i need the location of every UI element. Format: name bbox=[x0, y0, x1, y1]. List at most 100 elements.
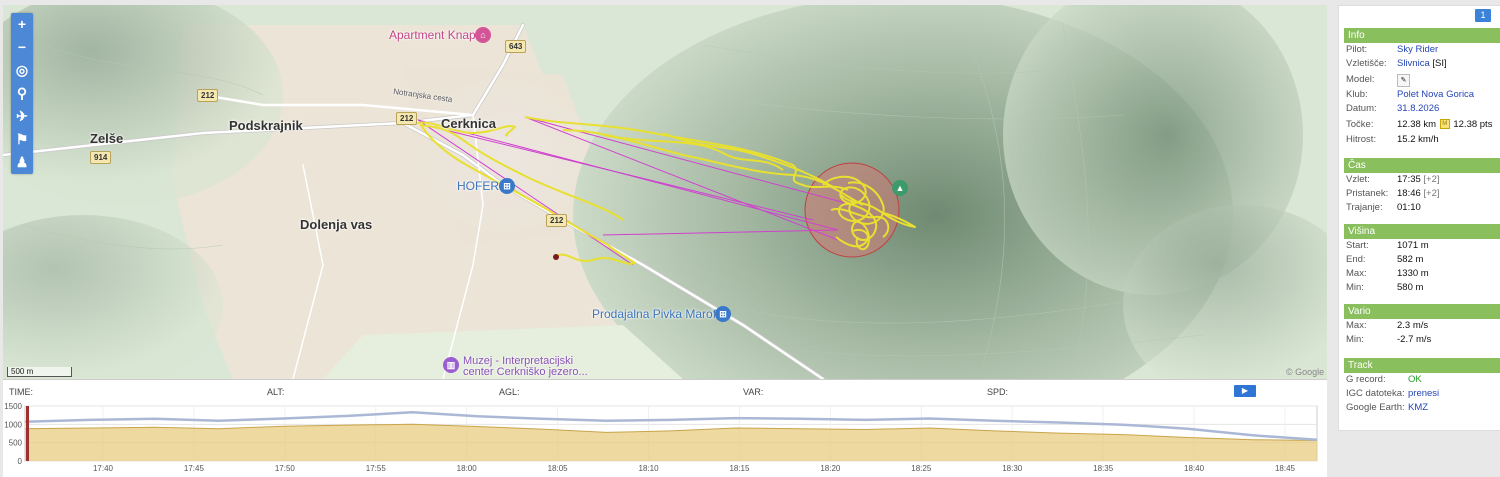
vario-min-row: Min: -2.7 m/s bbox=[1344, 333, 1500, 347]
landing-row: Pristanek: 18:46 [+2] bbox=[1344, 187, 1500, 201]
x-tick-label: 18:25 bbox=[911, 464, 932, 473]
museum-icon[interactable]: ▥ bbox=[443, 357, 459, 373]
flight-button[interactable]: ✈ bbox=[11, 105, 33, 128]
vario-section: Vario Max: 2.3 m/s Min: -2.7 m/s bbox=[1344, 304, 1500, 347]
locate-button[interactable]: ◎ bbox=[11, 59, 33, 82]
road-shield-212: 212 bbox=[546, 214, 568, 227]
landing-value: 18:46 bbox=[1397, 188, 1421, 199]
y-tick-label: 0 bbox=[18, 457, 23, 466]
shop-icon[interactable]: ⊞ bbox=[499, 178, 515, 194]
pilot-row: Pilot: Sky Rider bbox=[1344, 43, 1500, 57]
pilot-link[interactable]: Sky Rider bbox=[1397, 43, 1438, 57]
date-link[interactable]: 31.8.2026 bbox=[1397, 102, 1439, 116]
vario-max-row: Max: 2.3 m/s bbox=[1344, 319, 1500, 333]
date-key: Datum: bbox=[1346, 103, 1377, 114]
grecord-key: G record: bbox=[1346, 374, 1386, 385]
place-zelse: Zelše bbox=[90, 131, 124, 146]
kmz-download-link[interactable]: KMZ bbox=[1408, 401, 1428, 415]
hotel-icon[interactable]: ⌂ bbox=[475, 27, 491, 43]
points-row: Točke: 12.38 km M 12.38 pts bbox=[1344, 116, 1500, 133]
altitude-chart[interactable]: 1500 1000 500 0 17:40 17:45 17:50 17:55 18:00 18:… bbox=[3, 380, 1327, 477]
club-row: Klub: Polet Nova Gorica bbox=[1344, 88, 1500, 102]
takeoff-tz: [+2] bbox=[1423, 174, 1440, 185]
time-header: Čas bbox=[1344, 158, 1500, 173]
info-section: Info Pilot: Sky Rider Vzletišče: Slivnica … bbox=[1344, 28, 1500, 147]
alt-min-key: Min: bbox=[1346, 282, 1364, 293]
park-icon[interactable]: ▲ bbox=[892, 180, 908, 196]
glider-model-icon[interactable]: ✎ bbox=[1397, 74, 1410, 87]
poi-muzej-label: Muzej - Interpretacijski center Cerknišk… bbox=[463, 356, 588, 378]
zoom-out-button[interactable]: − bbox=[11, 36, 33, 59]
info-header: Info bbox=[1344, 28, 1500, 43]
takeoff-key: Vzlet: bbox=[1346, 174, 1370, 185]
club-link[interactable]: Polet Nova Gorica bbox=[1397, 88, 1474, 102]
igc-row: IGC datoteka: prenesi bbox=[1344, 387, 1500, 401]
marker-button[interactable]: ⚲ bbox=[11, 82, 33, 105]
duration-row: Trajanje: 01:10 bbox=[1344, 201, 1500, 215]
alt-max-key: Max: bbox=[1346, 268, 1367, 279]
x-tick-label: 18:15 bbox=[729, 464, 750, 473]
site-link[interactable]: Slivnica bbox=[1397, 58, 1430, 69]
vario-header: Vario bbox=[1344, 304, 1500, 319]
x-tick-label: 18:05 bbox=[548, 464, 569, 473]
alt-max-value: 1330 m bbox=[1397, 268, 1429, 279]
shop-icon[interactable]: ⊞ bbox=[715, 306, 731, 322]
track-header: Track bbox=[1344, 358, 1500, 373]
grecord-value: OK bbox=[1408, 374, 1422, 385]
medal-icon: M bbox=[1439, 119, 1450, 130]
points-key: Točke: bbox=[1346, 119, 1374, 130]
group-button[interactable]: ♟ bbox=[11, 151, 33, 174]
vario-max-key: Max: bbox=[1346, 320, 1367, 331]
igc-download-link[interactable]: prenesi bbox=[1408, 387, 1439, 401]
alt-min-value: 580 m bbox=[1397, 282, 1424, 293]
road-shield-212: 212 bbox=[396, 112, 418, 125]
speed-key: Hitrost: bbox=[1346, 134, 1377, 145]
x-tick-label: 18:00 bbox=[457, 464, 478, 473]
vario-min-value: -2.7 m/s bbox=[1397, 334, 1432, 345]
landing-key: Pristanek: bbox=[1346, 188, 1389, 199]
alt-min-row: Min: 580 m bbox=[1344, 281, 1500, 295]
landing-tz: [+2] bbox=[1423, 188, 1440, 199]
track-section: Track G record: OK IGC datoteka: prenesi G… bbox=[1344, 358, 1500, 415]
y-tick-label: 500 bbox=[9, 439, 23, 448]
alt-max-row: Max: 1330 m bbox=[1344, 267, 1500, 281]
poi-hofer-label: HOFER bbox=[457, 179, 499, 193]
kmz-key: Google Earth: bbox=[1346, 402, 1405, 413]
model-row: Model: ✎ bbox=[1344, 71, 1500, 88]
place-dolenja-vas: Dolenja vas bbox=[300, 217, 373, 232]
altitude-section: Višina Start: 1071 m End: 582 m Max: 1330 m… bbox=[1344, 224, 1500, 295]
igc-key: IGC datoteka: bbox=[1346, 388, 1405, 399]
map-attribution: © Google bbox=[1286, 367, 1325, 377]
x-tick-label: 17:50 bbox=[275, 464, 296, 473]
flight-number-badge[interactable]: 1 bbox=[1475, 9, 1491, 22]
site-country: [SI] bbox=[1432, 58, 1447, 69]
speed-row: Hitrost: 15.2 km/h bbox=[1344, 133, 1500, 147]
x-tick-label: 18:35 bbox=[1093, 464, 1114, 473]
map-view[interactable]: Apartment Knap ⌂ Podskrajnik Zelše Cerkn… bbox=[3, 5, 1327, 379]
x-tick-label: 18:30 bbox=[1002, 464, 1023, 473]
points-pts: 12.38 pts bbox=[1453, 119, 1493, 130]
time-cursor bbox=[26, 406, 29, 461]
alt-end-row: End: 582 m bbox=[1344, 253, 1500, 267]
altitude-chart-panel: TIME: ALT: AGL: VAR: SPD: ▶ 1500 1000 500 0… bbox=[3, 379, 1327, 477]
place-cerknica: Cerknica bbox=[441, 116, 496, 131]
flag-button[interactable]: ⚑ bbox=[11, 128, 33, 151]
x-tick-label: 18:45 bbox=[1275, 464, 1296, 473]
poi-apartment-knap-label: Apartment Knap bbox=[389, 28, 476, 42]
alt-start-row: Start: 1071 m bbox=[1344, 239, 1500, 253]
road-shield-914: 914 bbox=[90, 151, 112, 164]
y-tick-label: 1000 bbox=[4, 420, 22, 429]
zoom-in-button[interactable]: + bbox=[11, 13, 33, 36]
road-shield-212: 212 bbox=[197, 89, 219, 102]
y-tick-label: 1500 bbox=[4, 402, 22, 411]
takeoff-value: 17:35 bbox=[1397, 174, 1421, 185]
club-key: Klub: bbox=[1346, 89, 1368, 100]
takeoff-row: Vzlet: 17:35 [+2] bbox=[1344, 173, 1500, 187]
model-key: Model: bbox=[1346, 74, 1375, 85]
time-section: Čas Vzlet: 17:35 [+2] Pristanek: 18:46 [+2… bbox=[1344, 158, 1500, 215]
x-tick-label: 17:40 bbox=[93, 464, 114, 473]
vario-max-value: 2.3 m/s bbox=[1397, 320, 1429, 331]
road-shield-643: 643 bbox=[505, 40, 527, 53]
duration-value: 01:10 bbox=[1397, 202, 1421, 213]
site-key: Vzletišče: bbox=[1346, 58, 1387, 69]
